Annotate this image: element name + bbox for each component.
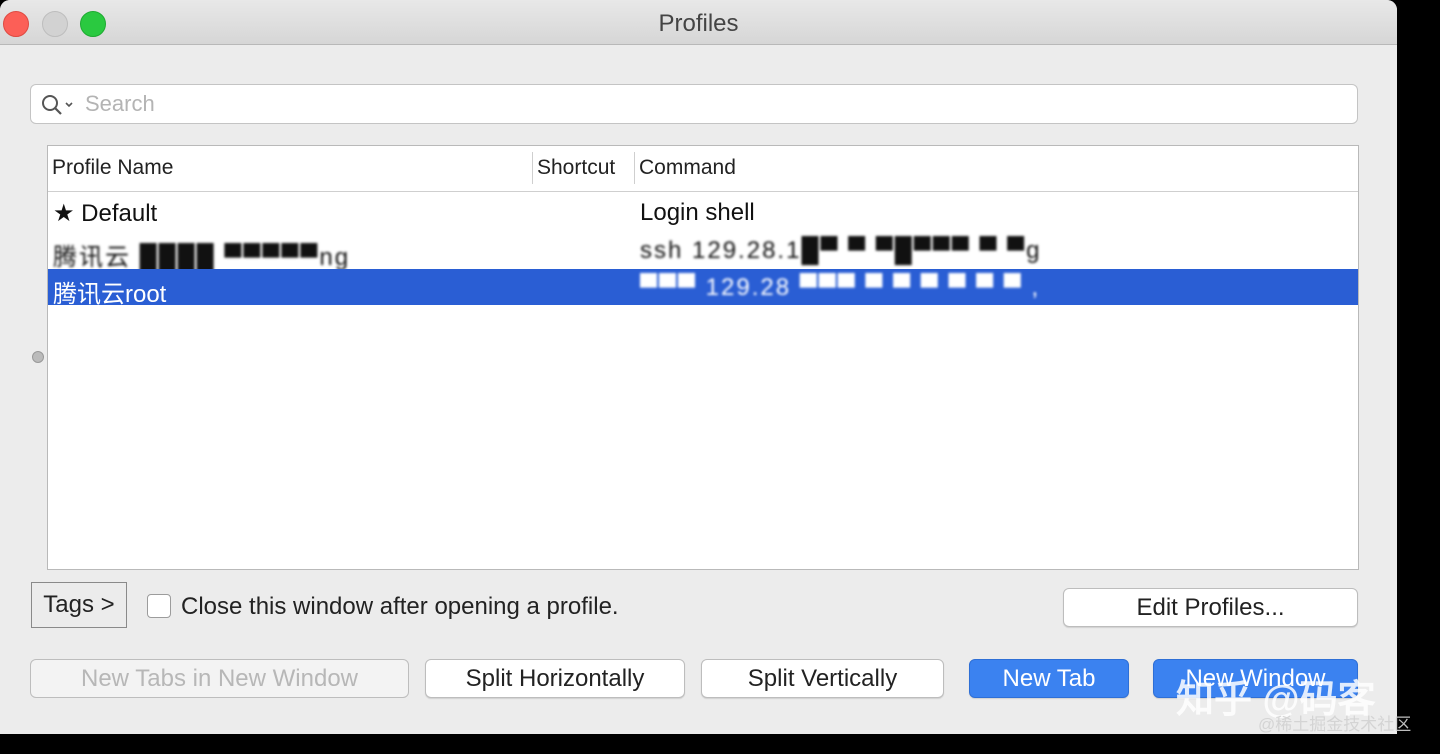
new-tabs-in-new-window-button[interactable]: New Tabs in New Window [30,659,409,698]
close-window-checkbox[interactable] [147,594,171,618]
watermark-subtext: @稀土掘金技术社区 [1258,715,1412,734]
split-horizontally-button[interactable]: Split Horizontally [425,659,685,698]
profile-name-cell: 腾讯云 ████ ▀▀▀▀▀ng [53,244,351,271]
close-window-label[interactable]: Close this window after opening a profil… [181,593,619,621]
command-cell: ssh 129.28.1█▀ ▀ ▀█▀▀▀ ▀ ▀g [640,237,1042,264]
table-row-selected[interactable]: 腾讯云root ▀▀▀ 129.28 ▀▀▀ ▀ ▀ ▀ ▀ ▀ ▀ , [48,269,1358,308]
title-bar[interactable]: Profiles [0,0,1397,45]
profile-name-cell: 腾讯云root [53,281,167,308]
command-cell: Login shell [640,199,755,226]
column-divider[interactable] [532,152,533,184]
new-tab-button[interactable]: New Tab [969,659,1129,698]
profile-name-cell: ★ Default [53,200,158,227]
resize-handle[interactable] [32,351,44,363]
window-title: Profiles [658,10,739,37]
profiles-window: Profiles Profile Name Shortcut Command ★… [0,0,1397,734]
column-divider[interactable] [634,152,635,184]
table-header: Profile Name Shortcut Command [48,146,1358,192]
tags-button[interactable]: Tags > [31,582,127,628]
edit-profiles-button[interactable]: Edit Profiles... [1063,588,1358,627]
command-cell: ▀▀▀ 129.28 ▀▀▀ ▀ ▀ ▀ ▀ ▀ ▀ , [640,274,1041,301]
profiles-table: Profile Name Shortcut Command ★ Default … [47,145,1359,570]
split-vertically-button[interactable]: Split Vertically [701,659,944,698]
search-input[interactable] [83,89,1347,119]
search-icon[interactable] [41,94,77,116]
table-row[interactable]: ★ Default Login shell [48,194,1358,230]
column-header-profile-name[interactable]: Profile Name [52,156,173,180]
column-header-shortcut[interactable]: Shortcut [537,156,615,180]
table-row[interactable]: 腾讯云 ████ ▀▀▀▀▀ng ssh 129.28.1█▀ ▀ ▀█▀▀▀ … [48,232,1358,271]
column-header-command[interactable]: Command [639,156,736,180]
search-field[interactable] [30,84,1358,124]
